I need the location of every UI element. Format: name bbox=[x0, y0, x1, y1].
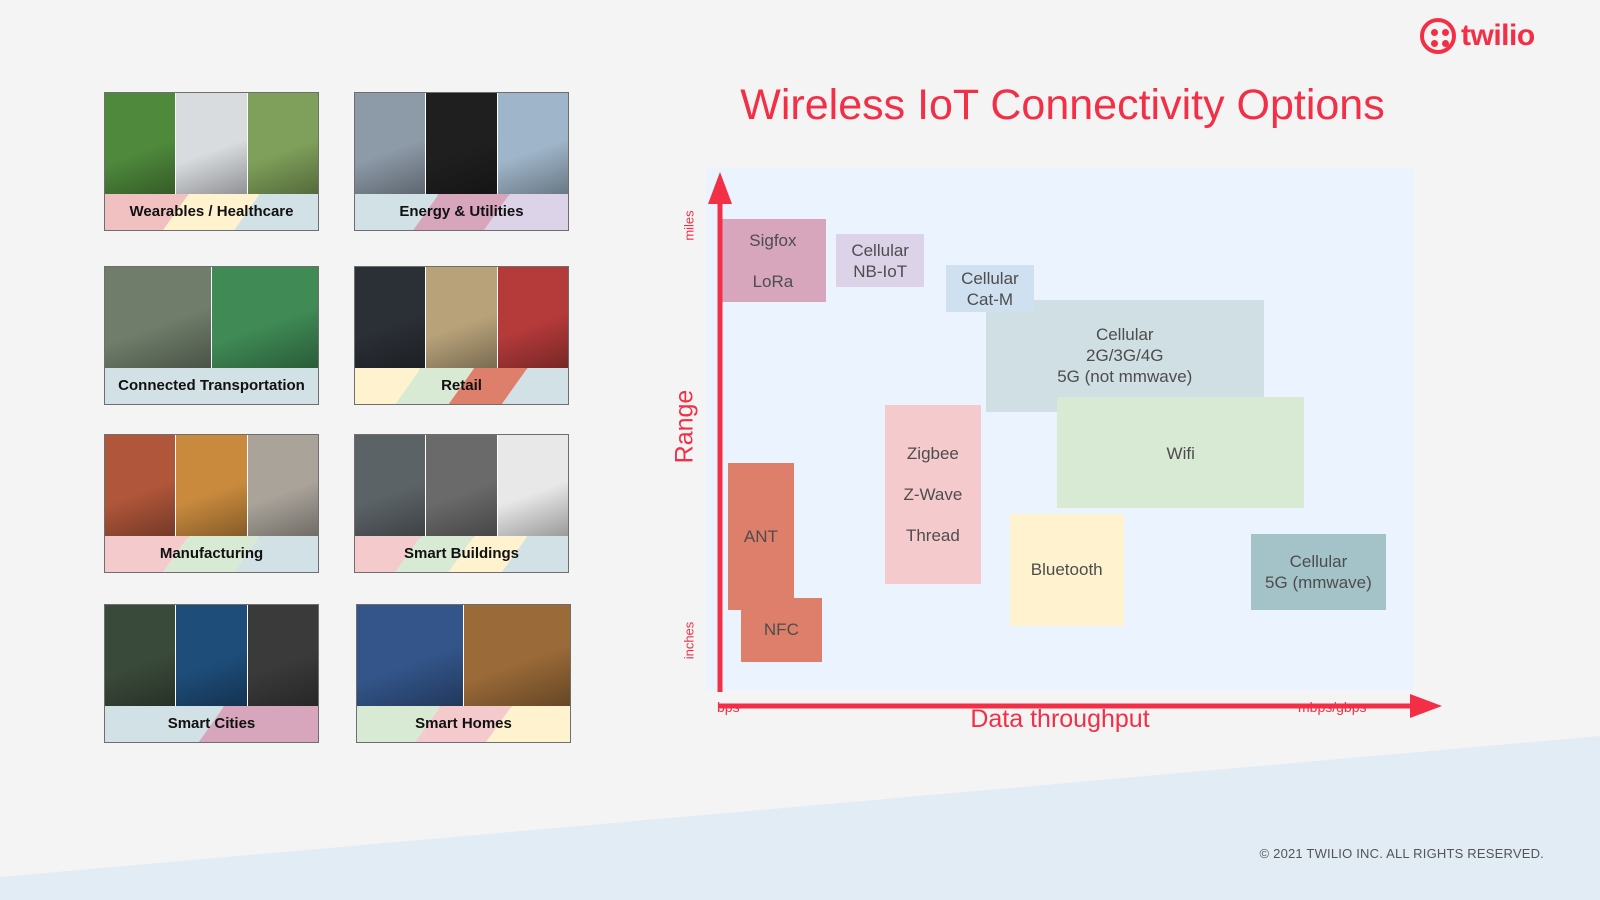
region-label: LoRa bbox=[752, 271, 794, 291]
card-label-bar: Smart Homes bbox=[357, 706, 570, 742]
card-photos bbox=[105, 93, 318, 196]
card-photo bbox=[464, 605, 570, 708]
card-photos bbox=[355, 435, 568, 538]
card-photo bbox=[212, 267, 318, 370]
twilio-logo-icon bbox=[1420, 18, 1456, 54]
use-case-card: Smart Buildings bbox=[354, 434, 569, 573]
card-photo bbox=[176, 93, 248, 196]
card-photos bbox=[105, 435, 318, 538]
card-photos bbox=[105, 267, 318, 370]
card-photo bbox=[176, 605, 248, 708]
card-label-bar: Smart Buildings bbox=[355, 536, 568, 572]
card-label: Wearables / Healthcare bbox=[129, 203, 294, 220]
y-axis-min-label: inches bbox=[681, 621, 697, 660]
y-axis-title: Range bbox=[670, 389, 699, 464]
card-photo bbox=[105, 93, 177, 196]
card-photo bbox=[355, 93, 427, 196]
card-label-bar: Retail bbox=[355, 368, 568, 404]
region-cellular-2g-3g-4g: Cellular 2G/3G/4G 5G (not mmwave) bbox=[985, 299, 1264, 412]
y-axis-max-label: miles bbox=[681, 210, 697, 241]
region-label: 5G (mmwave) bbox=[1265, 573, 1372, 593]
card-photo bbox=[355, 435, 427, 538]
x-axis-min-label: bps bbox=[717, 699, 740, 715]
x-axis-max-label: mbps/gbps bbox=[1298, 699, 1367, 715]
region-label: Bluetooth bbox=[1030, 560, 1103, 580]
region-label: Cellular bbox=[961, 268, 1019, 288]
card-photo bbox=[426, 93, 498, 196]
region-label: Z-Wave bbox=[903, 484, 963, 504]
page-title: Wireless IoT Connectivity Options bbox=[740, 81, 1385, 129]
twilio-logo: twilio bbox=[1420, 18, 1535, 54]
card-label-bar: Smart Cities bbox=[105, 706, 318, 742]
use-case-card: Manufacturing bbox=[104, 434, 319, 573]
card-photos bbox=[355, 267, 568, 370]
card-label: Manufacturing bbox=[159, 545, 264, 562]
region-cellular-cat-m: Cellular Cat-M bbox=[946, 265, 1034, 312]
region-nfc: NFC bbox=[740, 597, 823, 662]
card-label-bar: Energy & Utilities bbox=[355, 194, 568, 230]
region-bluetooth: Bluetooth bbox=[1009, 513, 1124, 626]
logo-wordmark: twilio bbox=[1461, 19, 1535, 52]
use-case-card: Energy & Utilities bbox=[354, 92, 569, 231]
region-label: Zigbee bbox=[906, 443, 959, 463]
card-photos bbox=[357, 605, 570, 708]
region-label: NFC bbox=[763, 620, 799, 640]
card-photo bbox=[247, 605, 318, 708]
card-label: Smart Cities bbox=[167, 715, 256, 732]
region-label: 2G/3G/4G bbox=[1086, 346, 1164, 366]
region-label: Thread bbox=[905, 525, 960, 545]
card-label: Smart Buildings bbox=[403, 545, 519, 562]
use-case-card: Connected Transportation bbox=[104, 266, 319, 405]
card-photo bbox=[497, 267, 568, 370]
card-label-bar: Manufacturing bbox=[105, 536, 318, 572]
card-label: Retail bbox=[441, 377, 482, 394]
card-photo bbox=[176, 435, 248, 538]
region-label: ANT bbox=[743, 527, 778, 547]
card-photo bbox=[497, 93, 568, 196]
copyright-footer: © 2021 TWILIO INC. ALL RIGHTS RESERVED. bbox=[1259, 846, 1544, 861]
region-label: NB-IoT bbox=[853, 261, 908, 281]
card-photos bbox=[105, 605, 318, 708]
card-label-bar: Connected Transportation bbox=[105, 368, 318, 404]
region-label: Cellular bbox=[1095, 325, 1154, 345]
card-label: Connected Transportation bbox=[118, 377, 305, 394]
region-ant: ANT bbox=[727, 463, 794, 611]
card-photo bbox=[426, 267, 498, 370]
card-photos bbox=[355, 93, 568, 196]
region-label: Wifi bbox=[1166, 443, 1195, 463]
card-photo bbox=[105, 605, 177, 708]
card-photo bbox=[497, 435, 568, 538]
region-label: Cellular bbox=[851, 240, 909, 260]
card-label: Energy & Utilities bbox=[399, 203, 524, 220]
region-zigbee-zwave-thread: Zigbee Z-Wave Thread bbox=[885, 405, 981, 584]
card-photo bbox=[105, 267, 212, 370]
card-photo bbox=[247, 435, 318, 538]
region-sigfox-lora: Sigfox LoRa bbox=[720, 219, 826, 302]
region-label: Sigfox bbox=[749, 230, 797, 250]
use-case-card: Wearables / Healthcare bbox=[104, 92, 319, 231]
use-case-card: Smart Homes bbox=[356, 604, 571, 743]
card-photo bbox=[357, 605, 464, 708]
card-label: Smart Homes bbox=[415, 715, 512, 732]
region-cellular-5g-mmwave: Cellular 5G (mmwave) bbox=[1251, 534, 1386, 611]
region-label: 5G (not mmwave) bbox=[1057, 367, 1193, 387]
card-photo bbox=[355, 267, 427, 370]
region-wifi: Wifi bbox=[1057, 396, 1305, 509]
card-photo bbox=[426, 435, 498, 538]
region-label: Cellular bbox=[1289, 552, 1348, 572]
card-label-bar: Wearables / Healthcare bbox=[105, 194, 318, 230]
card-photo bbox=[105, 435, 177, 538]
region-label: Cat-M bbox=[966, 289, 1014, 309]
x-axis-title: Data throughput bbox=[970, 705, 1150, 733]
use-case-card: Retail bbox=[354, 266, 569, 405]
use-case-card: Smart Cities bbox=[104, 604, 319, 743]
card-photo bbox=[247, 93, 318, 196]
region-cellular-nb-iot: Cellular NB-IoT bbox=[836, 234, 925, 287]
